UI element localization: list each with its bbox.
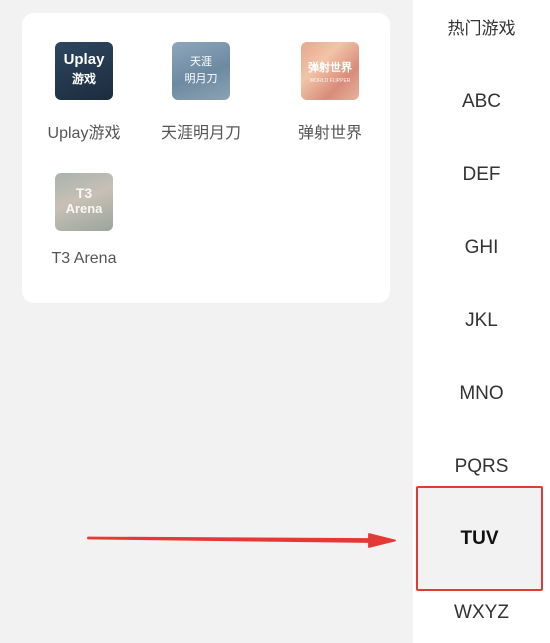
game-label[interactable]: T3 Arena [24, 250, 144, 268]
sidebar-item-tuv[interactable]: TUV [416, 486, 543, 591]
game-item-uplay[interactable]: Uplay 游戏 Uplay游戏 [24, 42, 144, 152]
game-card: Uplay 游戏 Uplay游戏 天涯 明月刀 天涯明月刀 弹射世界 WORLD… [22, 13, 390, 303]
game-label[interactable]: 天涯明月刀 [141, 119, 261, 143]
sidebar-item-hot-games[interactable]: 热门游戏 [413, 9, 550, 49]
sidebar-item-jkl[interactable]: JKL [413, 301, 550, 341]
sidebar-item-wxyz[interactable]: WXYZ [413, 593, 550, 633]
game-label[interactable]: Uplay游戏 [24, 119, 144, 143]
icon-text-line-2: 游戏 [71, 72, 96, 86]
icon-text-line-1: 天涯 [190, 56, 212, 68]
icon-text-line-2: 明月刀 [184, 73, 218, 85]
icon-text-line-1: Uplay [63, 51, 105, 68]
sidebar-item-def[interactable]: DEF [413, 155, 550, 195]
game-label[interactable]: 弹射世界 [270, 119, 390, 143]
icon-text-line-1: T3 [75, 185, 93, 201]
sidebar-item-abc[interactable]: ABC [413, 82, 550, 122]
tianya-mingyuedao-icon[interactable]: 天涯 明月刀 [172, 42, 230, 100]
sidebar-item-ghi[interactable]: GHI [413, 228, 550, 268]
sidebar-item-mno[interactable]: MNO [413, 374, 550, 414]
icon-text-line-1: 弹射世界 [308, 62, 352, 74]
game-item-tianya[interactable]: 天涯 明月刀 天涯明月刀 [141, 42, 261, 152]
game-list: Uplay 游戏 Uplay游戏 天涯 明月刀 天涯明月刀 弹射世界 WORLD… [22, 13, 390, 303]
icon-text-line-2: Arena [65, 201, 103, 216]
t3-arena-icon[interactable]: T3 Arena [55, 173, 113, 231]
sidebar-item-pqrs[interactable]: PQRS [413, 447, 550, 487]
game-item-t3-arena[interactable]: T3 Arena T3 Arena [24, 173, 144, 283]
main-content: Uplay 游戏 Uplay游戏 天涯 明月刀 天涯明月刀 弹射世界 WORLD… [0, 0, 413, 643]
danshe-shijie-icon[interactable]: 弹射世界 WORLD FLIPPER [301, 42, 359, 100]
icon-text-line-2: WORLD FLIPPER [309, 78, 351, 84]
uplay-game-icon[interactable]: Uplay 游戏 [55, 42, 113, 100]
game-item-danshe[interactable]: 弹射世界 WORLD FLIPPER 弹射世界 [270, 42, 390, 152]
